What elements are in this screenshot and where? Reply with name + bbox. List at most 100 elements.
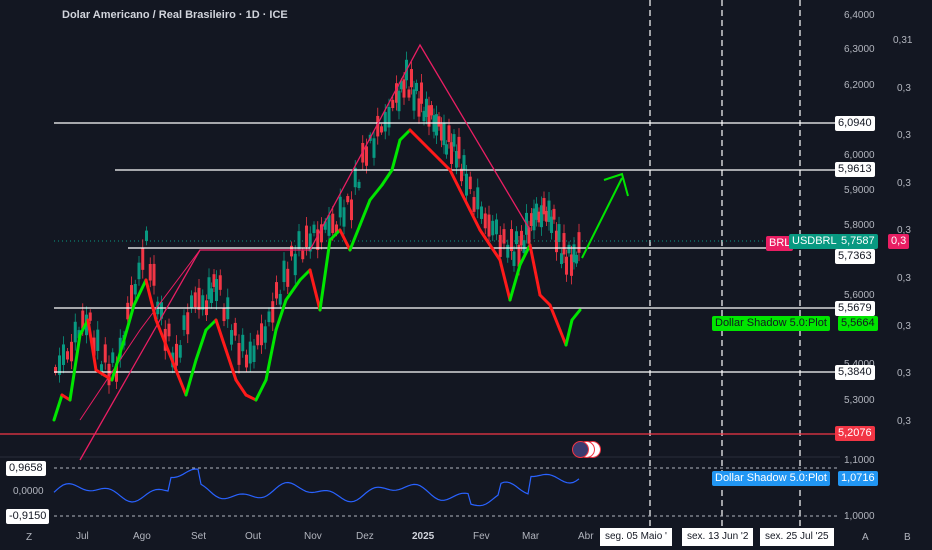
candle-body bbox=[457, 136, 461, 159]
shadow-segment bbox=[508, 263, 522, 302]
candle-body bbox=[515, 231, 518, 245]
candle-body bbox=[465, 173, 468, 196]
level-tag-5736: 5,7363 bbox=[835, 249, 875, 264]
candle-body bbox=[410, 69, 413, 88]
candle-body bbox=[218, 275, 222, 290]
level-tag-5568: 5,5679 bbox=[835, 301, 875, 316]
level-tag-5384: 5,3840 bbox=[835, 365, 875, 380]
candle-body bbox=[286, 268, 290, 287]
shadow-segment bbox=[308, 268, 322, 312]
time-axis-label: Jul bbox=[76, 531, 89, 542]
candle-body bbox=[133, 283, 137, 295]
candle-body bbox=[237, 343, 241, 365]
candle-body bbox=[350, 199, 353, 221]
shadow-segment bbox=[418, 138, 432, 152]
time-axis-label: Fev bbox=[473, 531, 490, 542]
events-flag-icon[interactable] bbox=[572, 441, 602, 458]
candle-body bbox=[353, 167, 357, 188]
right-axis-label: 0,31 bbox=[893, 35, 913, 46]
right-axis-label: 0,3 bbox=[897, 130, 911, 141]
shadow-segment bbox=[548, 303, 562, 332]
time-axis-label: Abr bbox=[578, 531, 594, 542]
price-axis-label: 5,6000 bbox=[844, 290, 875, 301]
shadow-segment bbox=[498, 258, 512, 302]
price-axis-label: 6,0000 bbox=[844, 150, 875, 161]
shadow-segment bbox=[204, 318, 218, 332]
candle-body bbox=[491, 220, 495, 236]
candle-body bbox=[512, 251, 516, 266]
shadow-segment bbox=[428, 148, 442, 162]
chart-title: Dolar Americano / Real Brasileiro · 1D ·… bbox=[62, 9, 288, 21]
candle-body bbox=[245, 354, 248, 368]
shadow-segment bbox=[488, 243, 502, 262]
shadow-segment bbox=[570, 308, 582, 322]
percent-scale-icon[interactable]: B bbox=[904, 532, 911, 543]
time-axis-label: Nov bbox=[304, 531, 322, 542]
candle-body bbox=[380, 126, 383, 133]
right-axis-label: 0,3 bbox=[897, 178, 911, 189]
price-axis-label: 6,4000 bbox=[844, 10, 875, 21]
candle-body bbox=[502, 229, 506, 244]
projection-arrow-head bbox=[603, 172, 629, 197]
shadow-segment bbox=[408, 128, 422, 142]
right-axis-label: 0,3 bbox=[897, 416, 911, 427]
level-tag-5208: 5,2076 bbox=[835, 426, 875, 441]
shadow-segment bbox=[234, 378, 248, 397]
osc-indicator-name-tag[interactable]: Dollar Shadow 5.0:Plot bbox=[712, 471, 830, 486]
candle-body bbox=[293, 253, 297, 276]
candle-body bbox=[130, 285, 133, 307]
candle-body bbox=[103, 344, 107, 363]
candle-body bbox=[498, 234, 502, 257]
candle-body bbox=[476, 187, 480, 210]
price-chart[interactable] bbox=[0, 0, 932, 550]
price-axis-label: 5,8000 bbox=[844, 220, 875, 231]
shadow-segment bbox=[390, 138, 402, 172]
shadow-segment bbox=[244, 393, 258, 402]
candle-body bbox=[480, 206, 483, 219]
candle-body bbox=[487, 214, 491, 237]
candle-body bbox=[346, 196, 350, 203]
candle-body bbox=[365, 146, 368, 166]
time-axis-label: Mar bbox=[522, 531, 540, 542]
candle-body bbox=[420, 82, 423, 104]
right-axis-label: 0,3 bbox=[897, 321, 911, 332]
candle-body bbox=[152, 263, 156, 286]
osc-indicator-value-tag: 1,0716 bbox=[838, 471, 878, 486]
candle-body bbox=[282, 260, 286, 283]
price-axis-label: 6,3000 bbox=[844, 44, 875, 55]
candle-body bbox=[267, 311, 271, 323]
shadow-segment bbox=[254, 378, 268, 402]
candle-body bbox=[230, 330, 233, 345]
candle-body bbox=[415, 82, 418, 92]
date-marker-2: sex. 13 Jun '2 bbox=[682, 528, 754, 546]
projection-arrow bbox=[581, 177, 623, 259]
right-axis-label: 0,3 bbox=[897, 83, 911, 94]
shadow-segment bbox=[164, 343, 178, 372]
candle-body bbox=[407, 89, 411, 98]
candle-body bbox=[252, 345, 256, 362]
symbol-tag[interactable]: USDBRL bbox=[789, 234, 840, 249]
candle-body bbox=[452, 134, 456, 147]
osc-bottom-tag: -0,9150 bbox=[6, 509, 50, 524]
candle-body bbox=[372, 138, 376, 158]
time-axis-label: Dez bbox=[356, 531, 374, 542]
shadow-segment bbox=[318, 238, 332, 312]
candle-body bbox=[126, 302, 130, 320]
candle-body bbox=[412, 89, 416, 111]
date-marker-1: seg. 05 Maio ' bbox=[600, 528, 672, 546]
candle-body bbox=[96, 329, 100, 351]
candle-body bbox=[175, 343, 178, 366]
candle-body bbox=[577, 232, 581, 253]
candle-body bbox=[342, 207, 346, 227]
shadow-segment bbox=[528, 243, 542, 297]
auto-scale-icon[interactable]: A bbox=[862, 532, 869, 543]
shadow-segment bbox=[52, 393, 64, 422]
shadow-indicator-name-tag[interactable]: Dollar Shadow 5.0:Plot bbox=[712, 316, 830, 331]
candle-body bbox=[472, 197, 476, 212]
time-axis-label: 2025 bbox=[412, 531, 435, 542]
shadow-segment bbox=[564, 318, 574, 347]
candle-body bbox=[445, 144, 448, 155]
time-axis-label: Ago bbox=[133, 531, 151, 542]
right-axis-label: 0,3 bbox=[897, 368, 911, 379]
log-scale-icon[interactable]: Z bbox=[26, 532, 32, 543]
